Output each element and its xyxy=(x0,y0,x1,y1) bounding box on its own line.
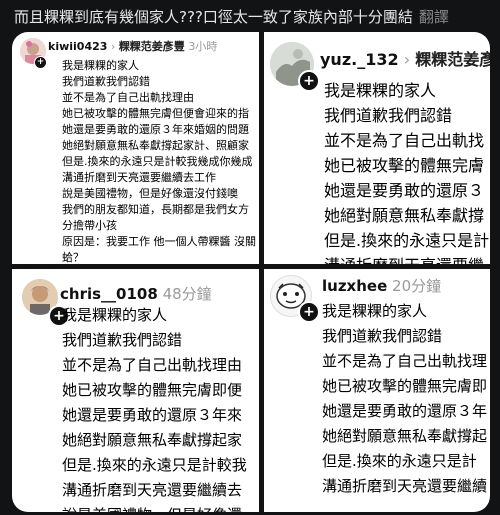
username[interactable]: kiwii0423 xyxy=(48,40,107,53)
comment-line: 她絕對願意無私奉獻撐起 xyxy=(322,427,488,445)
collage-divider-vertical xyxy=(259,32,264,512)
comment-line: 她還是要勇敢的還原３年來 xyxy=(62,406,243,424)
comment-line: 分擔帶小孩 xyxy=(62,219,117,232)
timestamp: 3小時 xyxy=(188,40,218,53)
comment-header: kiwii0423 › 粿粿范姜彥豐 3小時 xyxy=(48,38,217,54)
comment-line: 她已被攻擊的體無完膚即 xyxy=(322,377,488,395)
caption-text: 而且粿粿到底有幾個家人???口徑太一致了家族內部十分團結 xyxy=(14,8,413,26)
comment-line: 她已被攻擊的體無完膚但便會迎來的指 xyxy=(62,107,249,120)
comment-line: 溝通折磨到天亮還要繼續去工作 xyxy=(62,171,216,184)
comment-line: 我是粿粿的家人 xyxy=(324,81,437,100)
comment-line: 她絕對願意無私奉獻撐起家計、照顧家 xyxy=(62,139,249,152)
page-name[interactable]: 粿粿范姜彥 xyxy=(415,50,490,69)
page-name[interactable]: 粿粿范姜彥豐 xyxy=(119,40,185,53)
follow-plus-icon[interactable]: + xyxy=(298,70,320,92)
comment-line: 我是粿粿的家人 xyxy=(322,302,428,320)
follow-plus-icon[interactable]: + xyxy=(34,56,47,69)
comment-body: 我是粿粿的家人 我們道歉我們認錯 並不是為了自己出軌找理由 她已被攻擊的體無完膚… xyxy=(62,58,256,264)
comment-line: 溝通折磨到天亮還要繼續 xyxy=(322,477,488,495)
comment-line: 溝通折磨到天亮還要繼續去 xyxy=(62,481,243,499)
username[interactable]: chris__0108 xyxy=(60,285,158,303)
comment-line: 說是美國禮物，但是好像還沒付錢噢 xyxy=(62,187,238,200)
comment-line: 她還是要勇敢的還原３ xyxy=(324,181,485,200)
comment-line: 但是.換來的永遠只是計 xyxy=(324,231,490,250)
comment-panel-chris: + chris__0108 48分鐘 我是粿粿的家人 我們道歉我們認錯 並不是為… xyxy=(12,269,259,512)
comment-header: yuz._132 › 粿粿范姜彥 xyxy=(320,46,490,70)
comment-line: 我們的朋友都知道，長期都是我們女方 xyxy=(62,203,249,216)
comment-line: 原因是：我要工作 他一個人帶粿醬 沒關 xyxy=(62,235,256,248)
comment-line: 我們道歉我們認錯 xyxy=(324,106,453,125)
post-caption: 而且粿粿到底有幾個家人???口徑太一致了家族內部十分團結 翻譯 xyxy=(14,6,500,28)
username[interactable]: yuz._132 xyxy=(320,50,399,69)
comment-line: 但是.換來的永遠只是計 xyxy=(322,452,477,470)
comment-line: 我是粿粿的家人 xyxy=(62,59,139,72)
comment-line: 我們道歉我們認錯 xyxy=(322,327,443,345)
comment-line: 但是.換來的永遠只是計較我幾成你幾成 xyxy=(62,155,253,168)
comment-line: 她絕對願意無私奉獻撐 xyxy=(324,206,485,225)
comment-panel-kiwii0423: + kiwii0423 › 粿粿范姜彥豐 3小時 我是粿粿的家人 我們道歉我們認… xyxy=(12,32,259,264)
timestamp: 20分鐘 xyxy=(392,277,442,295)
comment-line: 我是粿粿的家人 xyxy=(62,306,168,324)
comment-panel-luzxhee: + luzxhee 20分鐘 我是粿粿的家人 我們道歉我們認錯 並不是為了自己出… xyxy=(264,269,490,512)
comment-header: luzxhee 20分鐘 xyxy=(322,275,441,296)
translate-link[interactable]: 翻譯 xyxy=(419,8,449,26)
reply-arrow-icon: › xyxy=(403,50,416,69)
comment-body: 我是粿粿的家人 我們道歉我們認錯 並不是為了自己出軌找理 她已被攻擊的體無完膚即… xyxy=(322,299,487,499)
follow-plus-icon[interactable]: + xyxy=(298,301,320,323)
comment-line: 我們道歉我們認錯 xyxy=(62,331,183,349)
comment-line: 並不是為了自己出軌找 xyxy=(324,131,485,150)
reply-arrow-icon: › xyxy=(110,40,119,53)
comment-line: 蛤？ xyxy=(62,251,84,264)
comment-line: 她絕對願意無私奉獻撐起家 xyxy=(62,431,243,449)
comment-line: 並不是為了自己出軌找理由 xyxy=(62,356,243,374)
comment-line: 她還是要勇敢的還原３年 xyxy=(322,402,488,420)
comment-line: 並不是為了自己出軌找理由 xyxy=(62,91,194,104)
comment-body: 我是粿粿的家人 我們道歉我們認錯 並不是為了自己出軌找理由 她已被攻擊的體無完膚… xyxy=(62,303,247,512)
collage-divider-horizontal xyxy=(12,264,490,269)
comment-line: 我們道歉我們認錯 xyxy=(62,75,150,88)
comment-line: 她還是要勇敢的還原３年來婚姻的問題 xyxy=(62,123,249,136)
comment-line: 她已被攻擊的體無完膚即便 xyxy=(62,381,243,399)
comment-line: 並不是為了自己出軌找理 xyxy=(322,352,488,370)
comment-panel-yuz: + yuz._132 › 粿粿范姜彥 我是粿粿的家人 我們道歉我們認錯 並不是為… xyxy=(264,32,490,264)
comment-line: 說是美國禮物，但是好像還 xyxy=(62,503,247,512)
username[interactable]: luzxhee xyxy=(322,277,387,295)
comment-line: 她已被攻擊的體無完膚 xyxy=(324,156,485,175)
timestamp: 48分鐘 xyxy=(162,285,212,303)
comment-body: 我是粿粿的家人 我們道歉我們認錯 並不是為了自己出軌找 她已被攻擊的體無完膚 她… xyxy=(324,78,489,264)
comment-header: chris__0108 48分鐘 xyxy=(60,283,212,304)
comment-line: 溝通折磨到天亮還要繼 xyxy=(324,253,489,264)
screenshot-collage: + kiwii0423 › 粿粿范姜彥豐 3小時 我是粿粿的家人 我們道歉我們認… xyxy=(12,32,490,512)
comment-line: 但是.換來的永遠只是計較我 xyxy=(62,456,247,474)
